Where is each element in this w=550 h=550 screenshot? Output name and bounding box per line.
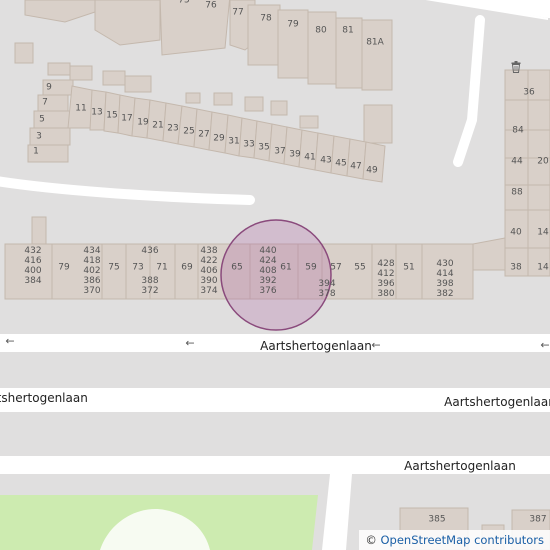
house-number-stack: 434 418 402 386 370 [83,246,101,296]
house-number: 387 [529,514,547,525]
house-number: 37 [274,146,286,157]
house-number: 36 [523,87,535,98]
house-number-stack: 428 412 396 380 [377,259,395,299]
street-name-label: Aartshertogenlaan [444,395,550,409]
house-number: 21 [152,120,164,131]
house-number: 43 [320,155,332,166]
house-number: 20 [537,156,549,167]
house-number: 3 [36,131,42,142]
house-number: 40 [510,227,522,238]
house-number: 7 [42,97,48,108]
copyright-symbol: © [365,533,377,547]
house-number: 76 [205,0,217,11]
house-number: 44 [511,156,523,167]
street-name-label: Aartshertogenlaan [404,459,516,473]
house-number: 29 [213,133,225,144]
attribution-link[interactable]: OpenStreetMap contributors [380,533,544,547]
house-number: 39 [289,149,301,160]
one-way-arrow-icon: ← [371,338,381,352]
house-number: 57 [330,262,342,273]
house-number: 88 [511,187,523,198]
house-number: 51 [403,262,415,273]
house-number: 59 [305,262,317,273]
house-number: 79 [287,19,299,30]
house-number: 23 [167,123,179,134]
house-number: 65 [231,262,243,273]
house-number: 41 [304,152,316,163]
house-number: 11 [75,103,87,114]
house-number: 69 [181,262,193,273]
map-attribution[interactable]: © OpenStreetMap contributors [359,530,550,550]
house-number: 15 [106,110,118,121]
house-number: 1 [33,146,39,157]
house-number: 81A [366,37,384,48]
house-number: 13 [91,107,103,118]
street-name-label: Aartshertogenlaan [0,391,88,405]
house-number: 27 [198,129,210,140]
map-canvas[interactable]: 75 76 77 78 79 80 81 81A 9 7 5 3 1 11 13… [0,0,550,550]
one-way-arrow-icon: ← [540,338,550,352]
house-number: 45 [335,158,347,169]
one-way-arrow-icon: ← [185,336,195,350]
house-number: 61 [280,262,292,273]
house-number-stack: 438 422 406 390 374 [200,246,218,296]
house-number: 49 [366,165,378,176]
house-number: 77 [232,7,244,18]
house-number: 38 [510,262,522,273]
house-number: 84 [512,125,524,136]
house-number: 81 [342,25,354,36]
house-number: 75 [178,0,190,6]
one-way-arrow-icon: ← [5,334,15,348]
house-number: 35 [258,142,270,153]
house-number: 14 [537,262,549,273]
house-number-stack: 394 378 [318,279,336,299]
house-number: 79 [58,262,70,273]
house-number: 25 [183,126,195,137]
house-number-stack: 430 414 398 382 [436,259,454,299]
house-number: 19 [137,117,149,128]
house-number: 33 [243,139,255,150]
house-number: 75 [108,262,120,273]
house-number: 385 [428,514,446,525]
house-number: 5 [39,114,45,125]
house-number-stack: 432 416 400 384 [24,246,42,286]
house-number: 55 [354,262,366,273]
house-number: 17 [121,113,133,124]
house-number: 73 [132,262,144,273]
house-number: 80 [315,25,327,36]
house-number: 9 [46,82,52,93]
house-number: 71 [156,262,168,273]
house-number-stack: 440 424 408 392 376 [259,246,277,296]
house-number: 31 [228,136,240,147]
house-number: 78 [260,13,272,24]
park [0,495,318,550]
house-number: 47 [350,161,362,172]
street-name-label: Aartshertogenlaan [260,339,372,353]
house-number: 14 [537,227,549,238]
